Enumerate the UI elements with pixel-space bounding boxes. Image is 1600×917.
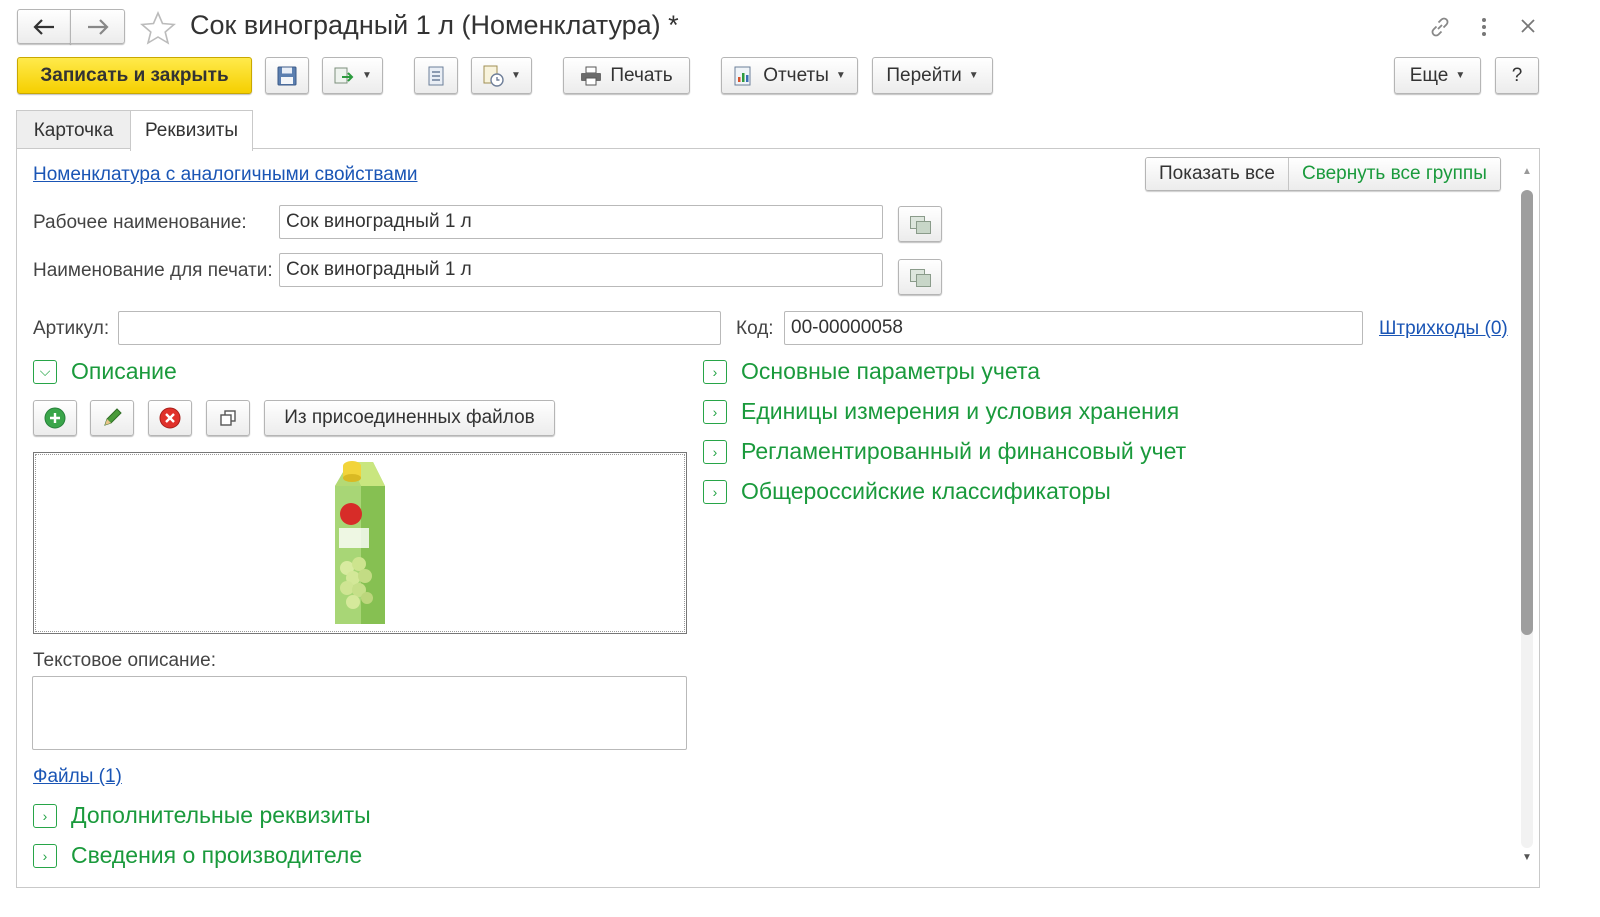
reports-button[interactable]: Отчеты ▼ <box>721 57 858 94</box>
arrow-right-icon <box>87 18 109 35</box>
tab-requisites[interactable]: Реквизиты <box>130 110 253 151</box>
structure-button[interactable] <box>414 57 458 94</box>
copy-print-name-button[interactable] <box>898 259 942 295</box>
help-button[interactable]: ? <box>1495 57 1539 94</box>
dropdown-arrow-icon: ▼ <box>1455 70 1466 81</box>
back-button[interactable] <box>17 9 71 44</box>
more-button[interactable]: Еще ▼ <box>1394 57 1481 94</box>
group-description-label: Описание <box>71 358 177 384</box>
group-additional-requisites-label: Дополнительные реквизиты <box>71 802 371 828</box>
chevron-right-icon: › <box>33 803 57 828</box>
code-label: Код: <box>736 318 774 339</box>
save-button[interactable] <box>265 57 309 94</box>
code-input[interactable] <box>784 311 1363 345</box>
work-name-input[interactable] <box>279 205 883 239</box>
barcodes-link[interactable]: Штрихкоды (0) <box>1379 318 1508 340</box>
goto-button[interactable]: Перейти ▼ <box>872 57 993 94</box>
document-arrow-icon <box>334 67 354 83</box>
group-manufacturer-info[interactable]: › Сведения о производителе <box>33 842 362 869</box>
chevron-right-icon: › <box>703 399 727 424</box>
dropdown-arrow-icon: ▼ <box>362 70 372 81</box>
link-icon[interactable] <box>1428 15 1452 39</box>
open-image-button[interactable] <box>206 400 250 436</box>
group-units-storage-label: Единицы измерения и условия хранения <box>741 398 1180 424</box>
copy-work-name-button[interactable] <box>898 206 942 242</box>
open-window-icon <box>220 410 236 426</box>
files-link[interactable]: Файлы (1) <box>33 766 122 788</box>
chevron-down-icon: ⌵ <box>33 359 57 384</box>
scroll-down-arrow[interactable]: ▼ <box>1522 852 1532 863</box>
work-name-label: Рабочее наименование: <box>33 212 247 233</box>
copy-icon <box>908 213 932 235</box>
print-button[interactable]: Печать <box>563 57 690 94</box>
close-icon[interactable] <box>1520 18 1536 34</box>
group-classifiers[interactable]: › Общероссийские классификаторы <box>703 478 1111 505</box>
scrollbar-thumb[interactable] <box>1521 190 1533 635</box>
juice-package-image <box>335 461 385 624</box>
group-classifiers-label: Общероссийские классификаторы <box>741 478 1111 504</box>
add-image-button[interactable] <box>33 400 77 436</box>
dropdown-arrow-icon: ▼ <box>511 70 521 81</box>
delete-circle-icon <box>159 407 181 429</box>
forward-button[interactable] <box>70 9 125 44</box>
chevron-right-icon: › <box>703 439 727 464</box>
article-label: Артикул: <box>33 318 110 339</box>
reports-label: Отчеты <box>763 64 829 86</box>
copy-icon <box>908 266 932 288</box>
kebab-menu-icon[interactable] <box>1478 15 1490 39</box>
document-clock-icon <box>483 65 504 87</box>
group-basic-accounting-label: Основные параметры учета <box>741 358 1041 384</box>
history-button[interactable]: ▼ <box>471 57 532 94</box>
list-icon <box>428 66 444 85</box>
similar-items-link[interactable]: Номенклатура с аналогичными свойствами <box>33 164 418 186</box>
group-manufacturer-info-label: Сведения о производителе <box>71 842 363 868</box>
printer-icon <box>581 66 602 85</box>
print-label: Печать <box>610 64 673 86</box>
chevron-right-icon: › <box>33 843 57 868</box>
show-all-button[interactable]: Показать все <box>1146 158 1288 190</box>
save-and-close-button[interactable]: Записать и закрыть <box>17 57 252 94</box>
window-title: Сок виноградный 1 л (Номенклатура) * <box>190 10 679 40</box>
delete-image-button[interactable] <box>148 400 192 436</box>
text-description-label: Текстовое описание: <box>33 650 216 671</box>
group-units-storage[interactable]: › Единицы измерения и условия хранения <box>703 398 1179 425</box>
star-icon[interactable] <box>140 11 176 45</box>
chevron-right-icon: › <box>703 359 727 384</box>
text-description-input[interactable] <box>32 676 687 750</box>
scroll-up-arrow[interactable]: ▲ <box>1522 166 1532 177</box>
report-chart-icon <box>734 66 751 85</box>
group-additional-requisites[interactable]: › Дополнительные реквизиты <box>33 802 371 829</box>
plus-circle-icon <box>44 407 66 429</box>
chevron-right-icon: › <box>703 479 727 504</box>
goto-label: Перейти <box>886 64 962 86</box>
collapse-all-groups-button[interactable]: Свернуть все группы <box>1288 158 1500 190</box>
product-image-box[interactable] <box>33 452 687 634</box>
create-based-on-button[interactable]: ▼ <box>322 57 383 94</box>
edit-image-button[interactable] <box>90 400 134 436</box>
print-name-input[interactable] <box>279 253 883 287</box>
group-description[interactable]: ⌵ Описание <box>33 358 177 385</box>
pencil-icon <box>104 408 122 426</box>
article-input[interactable] <box>118 311 721 345</box>
dropdown-arrow-icon: ▼ <box>968 70 979 81</box>
group-regulated-financial-label: Регламентированный и финансовый учет <box>741 438 1187 464</box>
from-attached-files-button[interactable]: Из присоединенных файлов <box>264 400 555 436</box>
group-controls: Показать все Свернуть все группы <box>1145 157 1501 191</box>
dropdown-arrow-icon: ▼ <box>835 70 846 81</box>
tab-card[interactable]: Карточка <box>16 110 131 150</box>
arrow-left-icon <box>33 18 54 35</box>
more-label: Еще <box>1409 64 1449 86</box>
group-regulated-financial[interactable]: › Регламентированный и финансовый учет <box>703 438 1186 465</box>
group-basic-accounting[interactable]: › Основные параметры учета <box>703 358 1040 385</box>
print-name-label: Наименование для печати: <box>33 260 273 281</box>
floppy-disk-icon <box>277 66 297 85</box>
